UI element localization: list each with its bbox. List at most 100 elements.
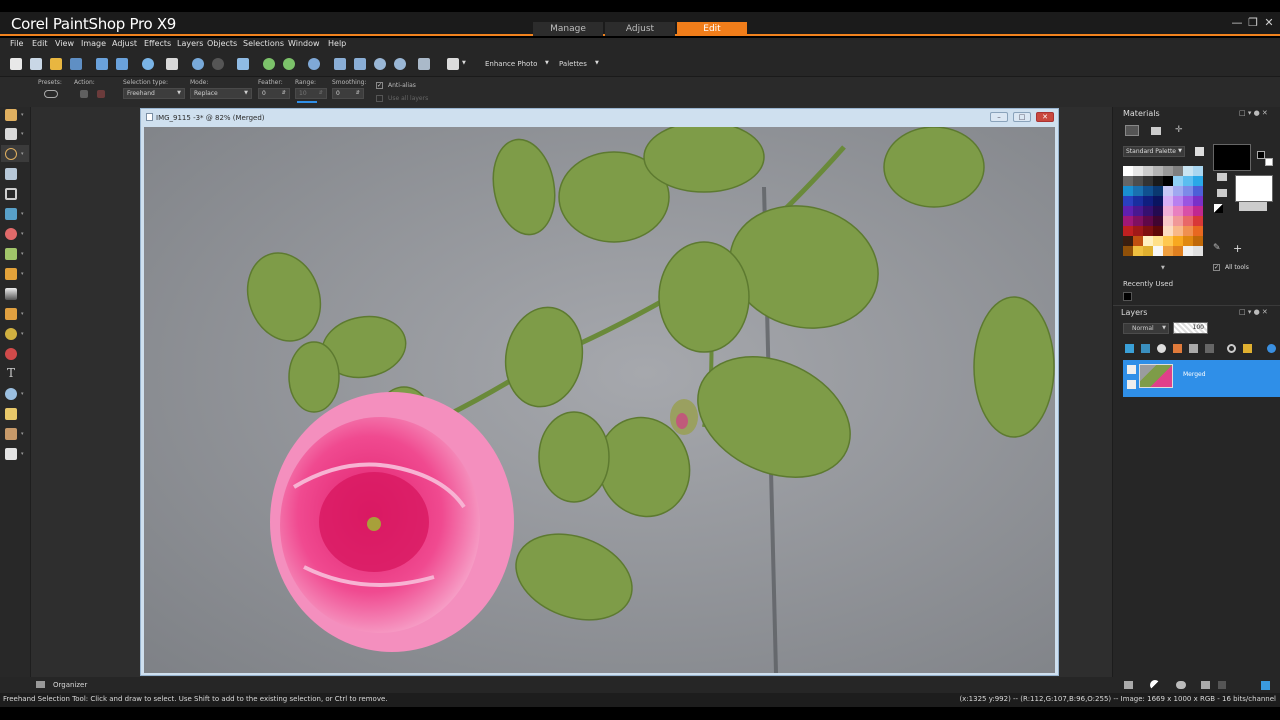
clone-tool-icon[interactable] [5,288,17,300]
tool-flyout-icon[interactable]: ▾ [21,271,24,277]
save-icon[interactable] [96,58,108,70]
menu-window[interactable]: Window [288,39,320,48]
palettes-menu[interactable]: Palettes [559,60,587,68]
spin-icon[interactable]: ⇵ [282,89,286,98]
menu-image[interactable]: Image [81,39,106,48]
tool-flyout-icon[interactable]: ▾ [21,431,24,437]
menu-adjust[interactable]: Adjust [112,39,137,48]
menu-selections[interactable]: Selections [243,39,284,48]
share-icon[interactable] [142,58,154,70]
texture-toggle-icon[interactable] [1217,173,1227,181]
restore-icon[interactable]: ❐ [1246,16,1260,29]
redo-icon[interactable] [212,58,224,70]
crop-tool-icon[interactable] [5,188,17,200]
browse-icon[interactable] [70,58,82,70]
fit-window-icon[interactable] [334,58,346,70]
info-icon[interactable] [308,58,320,70]
dropper-tool-icon[interactable] [5,168,17,180]
open-folder-icon[interactable] [50,58,62,70]
new-vector-layer-icon[interactable] [1141,344,1150,353]
close-icon[interactable]: ✕ [1262,16,1276,29]
paste-icon[interactable] [447,58,459,70]
layer-delete-icon[interactable] [1218,681,1226,689]
red-eye-tool-icon[interactable] [5,228,17,240]
foreground-color-swatch[interactable] [1213,144,1251,171]
spin-icon[interactable]: ⇵ [319,89,323,98]
palette-options-icon[interactable] [1195,147,1204,156]
smoothing-stepper[interactable]: 0 ⇵ [332,88,364,99]
zoom-to-fit-icon[interactable] [418,58,430,70]
enhance-dropdown-icon[interactable]: ▼ [545,60,549,66]
menu-file[interactable]: File [10,39,23,48]
range-slider[interactable] [297,101,317,103]
organizer-tab[interactable]: Organizer [53,681,87,689]
range-stepper[interactable]: 10 ⇵ [295,88,327,99]
text-tool-icon[interactable]: T [5,367,17,379]
palettes-dropdown-icon[interactable]: ▼ [595,60,599,66]
frame-tab-icon[interactable] [1125,125,1139,136]
tool-flyout-icon[interactable]: ▾ [21,391,24,397]
layer-visibility-icon[interactable] [1127,365,1136,374]
zoom-out-icon[interactable] [374,58,386,70]
swatches-tab-icon[interactable]: ✛ [1175,126,1185,136]
adjustment-layer-icon[interactable] [1173,344,1182,353]
flood-fill-tool-icon[interactable] [5,328,17,340]
selection-type-select[interactable]: Freehand ▼ [123,88,185,99]
all-tools-checkbox[interactable]: ✓ [1213,264,1220,271]
palette-controls-icon[interactable]: □ ▾ ● ✕ [1239,109,1268,117]
eraser-tool-icon[interactable] [5,448,17,460]
image-minimize-button[interactable]: – [990,112,1008,122]
lasso-preset-icon[interactable] [44,90,58,98]
tool-flyout-icon[interactable]: ▾ [21,251,24,257]
tab-edit[interactable]: Edit [677,22,747,36]
tool-flyout-icon[interactable]: ▾ [21,131,24,137]
swap-colors-icon[interactable] [1214,204,1223,213]
menu-objects[interactable]: Objects [207,39,237,48]
tool-flyout-icon[interactable]: ▾ [21,231,24,237]
gradient-toggle-icon[interactable] [1217,189,1227,197]
small-background-swatch[interactable] [1265,158,1273,166]
tool-flyout-icon[interactable]: ▾ [21,112,24,118]
menu-layers[interactable]: Layers [177,39,203,48]
new-from-template-icon[interactable] [30,58,42,70]
makeover-tool-icon[interactable] [5,248,17,260]
tab-manage[interactable]: Manage [533,22,603,36]
style-buttons-icon[interactable] [1239,202,1267,211]
tool-flyout-icon[interactable]: ▾ [21,451,24,457]
feather-stepper[interactable]: 0 ⇵ [258,88,290,99]
tool-flyout-icon[interactable]: ▾ [21,311,24,317]
refresh-icon[interactable] [283,58,295,70]
link-icon[interactable] [1227,344,1236,353]
layer-properties-icon[interactable] [1267,344,1276,353]
palette-expand-icon[interactable]: ▼ [1161,265,1165,271]
tool-flyout-icon[interactable]: ▾ [21,211,24,217]
menu-view[interactable]: View [55,39,74,48]
revert-icon[interactable] [263,58,275,70]
blend-mode-select[interactable]: Normal ▼ [1123,323,1169,334]
lock-icon[interactable] [1243,344,1252,353]
convert-selection-icon[interactable] [80,90,88,98]
small-foreground-swatch[interactable] [1257,151,1265,159]
mask-icon[interactable] [1189,344,1198,353]
opacity-slider[interactable]: 100 [1173,322,1208,334]
background-color-swatch[interactable] [1235,175,1273,202]
pick-tool-icon[interactable] [5,128,17,140]
antialias-checkbox[interactable]: ✓ [376,82,383,89]
paste-dropdown-icon[interactable]: ▼ [462,60,466,66]
dropper-icon[interactable]: ✎ [1213,243,1221,253]
color-palette-grid[interactable] [1123,166,1203,266]
resize-icon[interactable] [237,58,249,70]
warp-brush-tool-icon[interactable] [5,428,17,440]
save-as-icon[interactable] [116,58,128,70]
straighten-tool-icon[interactable] [5,208,17,220]
undo-icon[interactable] [192,58,204,70]
new-file-icon[interactable] [10,58,22,70]
rainbow-tab-icon[interactable] [1151,127,1161,135]
recent-color-swatch[interactable] [1123,292,1132,301]
new-raster-layer-icon[interactable] [1125,344,1134,353]
photo-canvas[interactable] [144,127,1055,673]
print-icon[interactable] [166,58,178,70]
layer-adjust-icon[interactable] [1150,680,1160,690]
scratch-remover-tool-icon[interactable] [5,308,17,320]
visibility-icon[interactable] [1157,344,1166,353]
